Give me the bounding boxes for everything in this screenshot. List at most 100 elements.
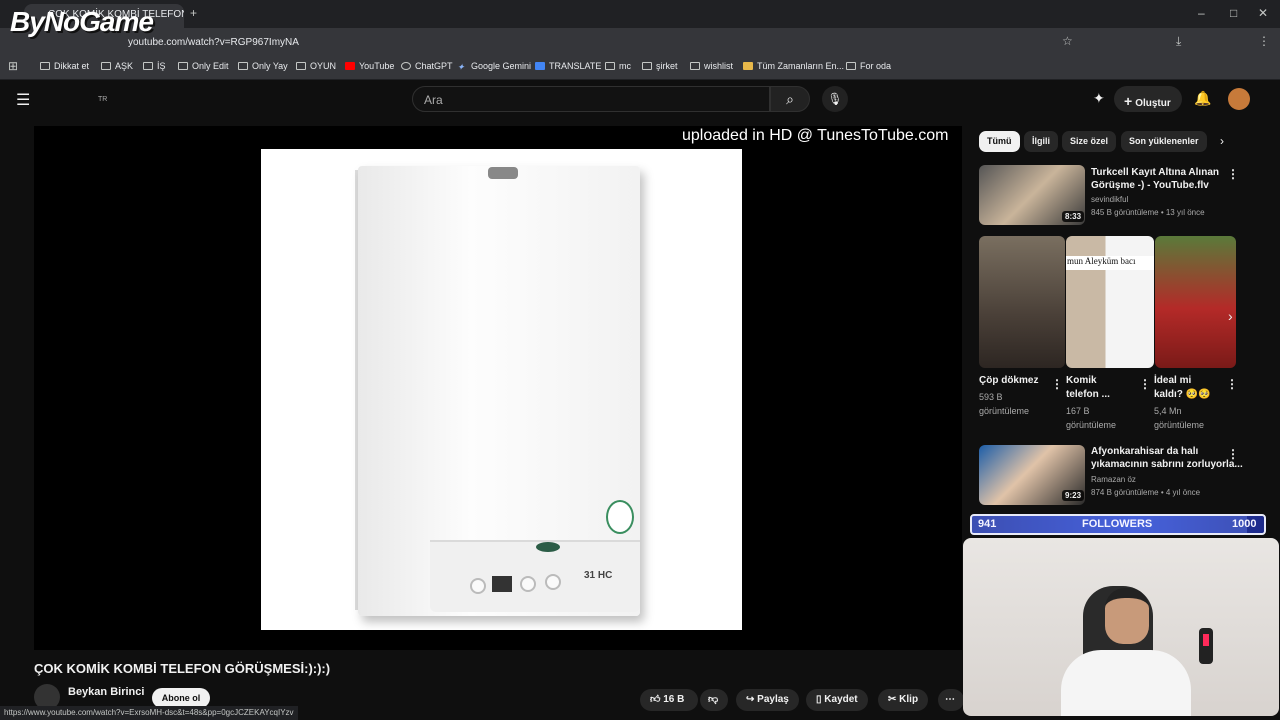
rec-meta: 845 B görüntüleme • 13 yıl önce (1091, 208, 1205, 217)
bookmark-folder[interactable]: AŞK (101, 61, 133, 71)
boiler-flue (488, 167, 518, 179)
more-actions-button[interactable]: ⋯ (938, 689, 964, 711)
followers-goal-bar: 941 FOLLOWERS 1000 (970, 514, 1266, 535)
browser-menu-icon[interactable]: ⋮ (1258, 34, 1270, 48)
apps-icon[interactable]: ⊞ (8, 59, 18, 73)
short-thumbnail[interactable] (979, 236, 1065, 368)
video-watermark: uploaded in HD @ TunesToTube.com (682, 127, 949, 144)
more-icon[interactable]: ⋮ (1227, 447, 1239, 461)
search-input[interactable]: Ara (412, 86, 770, 112)
rec-channel[interactable]: sevindikful (1091, 193, 1128, 206)
clip-button[interactable]: ✂ Klip (878, 689, 929, 711)
user-avatar[interactable] (1228, 88, 1250, 110)
short-views: görüntüleme (979, 406, 1030, 416)
chip-for-you[interactable]: Size özel (1062, 131, 1117, 152)
short-thumbnail[interactable]: mun Aleyküm bacı (1066, 236, 1154, 368)
short-thumbnail[interactable] (1155, 236, 1236, 368)
subscribe-button[interactable]: Abone ol (152, 688, 210, 708)
video-duration: 9:23 (1062, 490, 1085, 501)
short-views: görüntüleme (1154, 420, 1205, 430)
save-button[interactable]: ▯ Kaydet (806, 689, 868, 711)
short-views: 593 B (979, 392, 1003, 402)
followers-label: FOLLOWERS (1082, 518, 1153, 530)
short-title[interactable]: telefon ... (1066, 388, 1110, 402)
rec-channel[interactable]: Ramazan öz (1091, 473, 1136, 486)
share-icon: ↪ (746, 694, 758, 705)
rec-title-line[interactable]: Görüşme -) - YouTube.flv (1091, 179, 1209, 192)
bell-icon[interactable]: 🔔 (1194, 90, 1211, 107)
boiler-knob (545, 574, 561, 590)
bookmark-translate[interactable]: TRANSLATE (535, 61, 601, 71)
bookmark-folder[interactable]: wishlist (690, 61, 733, 71)
dislike-icon: 👎︎ (708, 694, 719, 705)
bynogame-logo: ByNoGame (10, 6, 154, 37)
channel-name[interactable]: Beykan Birinci (68, 686, 144, 698)
browser-status-url: https://www.youtube.com/watch?v=ExrsoMH-… (0, 706, 298, 720)
bookmark-folder[interactable]: şirket (642, 61, 678, 71)
short-title[interactable]: kaldı? 🥺🥺 (1154, 388, 1211, 402)
bookmark-folder[interactable]: For oda (846, 61, 891, 71)
followers-current: 941 (978, 518, 997, 530)
bookmark-folder[interactable]: mc (605, 61, 631, 71)
bookmark-page[interactable]: Tüm Zamanların En... (743, 61, 844, 71)
boiler-logo (536, 542, 560, 552)
more-icon[interactable]: ⋮ (1139, 377, 1151, 391)
webcam-overlay (963, 538, 1279, 716)
short-views: 167 B (1066, 406, 1090, 416)
chevron-right-icon[interactable]: › (1228, 308, 1233, 324)
short-title[interactable]: Çöp dökmez (979, 374, 1038, 388)
bookmark-gemini[interactable]: ✦ Google Gemini (457, 61, 531, 72)
maximize-icon[interactable]: □ (1230, 6, 1237, 20)
close-window-icon[interactable]: ✕ (1258, 6, 1268, 20)
bookmark-youtube[interactable]: YouTube (345, 61, 394, 71)
rec-title-line[interactable]: Afyonkarahisar da halı (1091, 445, 1198, 458)
streamer-head (1105, 588, 1149, 644)
mic-icon: 🎙 (827, 92, 843, 106)
video-title: ÇOK KOMİK KOMBİ TELEFON GÖRÜŞMESİ:):):) (34, 661, 331, 676)
search-button[interactable]: ⌕ (770, 86, 810, 112)
rec-title-line[interactable]: yıkamacının sabrını zorluyorla... (1091, 458, 1243, 471)
clip-icon: ✂ (888, 694, 900, 705)
boiler-model-label: 31 HC (584, 570, 613, 581)
more-icon[interactable]: ⋮ (1227, 167, 1239, 181)
streamer-shirt (1061, 650, 1191, 716)
more-icon: ⋯ (945, 694, 955, 705)
star-icon[interactable]: ☆ (1062, 34, 1073, 48)
menu-icon[interactable]: ☰ (16, 90, 30, 110)
boiler-knob (470, 578, 486, 594)
new-tab-icon[interactable]: + (190, 6, 197, 20)
share-label: Paylaş (757, 694, 789, 705)
followers-goal: 1000 (1232, 518, 1257, 530)
more-icon[interactable]: ⋮ (1051, 377, 1063, 391)
chip-recent[interactable]: Son yüklenenler (1121, 131, 1207, 152)
search-icon: ⌕ (786, 91, 794, 107)
url-text[interactable]: youtube.com/watch?v=RGP967ImyNA (128, 37, 299, 48)
bookmark-folder[interactable]: İŞ (143, 61, 166, 71)
bookmark-folder[interactable]: Dikkat et (40, 61, 89, 71)
like-button[interactable]: 👍︎ 16 B (640, 689, 698, 711)
bookmark-folder[interactable]: Only Yay (238, 61, 288, 71)
short-title[interactable]: Komik (1066, 374, 1097, 388)
download-icon[interactable]: ⤓ (1176, 34, 1181, 49)
dislike-button[interactable]: 👎︎ (700, 689, 728, 711)
bookmark-chatgpt[interactable]: ChatGPT (401, 61, 453, 71)
short-views: görüntüleme (1066, 420, 1117, 430)
minimize-icon[interactable]: – (1198, 6, 1205, 20)
video-duration: 8:33 (1062, 211, 1085, 222)
bookmark-folder[interactable]: Only Edit (178, 61, 229, 71)
chip-all[interactable]: Tümü (979, 131, 1020, 152)
bookmark-folder[interactable]: OYUN (296, 61, 336, 71)
sparkle-icon[interactable]: ✦ (1093, 90, 1105, 107)
share-button[interactable]: ↪ Paylaş (736, 689, 799, 711)
like-icon: 👍︎ (650, 694, 664, 705)
rec-meta: 874 B görüntüleme • 4 yıl önce (1091, 488, 1201, 497)
chip-related[interactable]: İlgili (1024, 131, 1058, 152)
mic-button[interactable]: 🎙 (822, 86, 848, 112)
mic-light (1203, 634, 1209, 646)
rec-title-line[interactable]: Turkcell Kayıt Altına Alınan (1091, 166, 1219, 179)
chevron-right-icon[interactable]: › (1220, 134, 1224, 148)
create-button[interactable]: + Oluştur (1114, 86, 1182, 112)
short-title[interactable]: İdeal mi (1154, 374, 1191, 388)
more-icon[interactable]: ⋮ (1226, 377, 1238, 391)
save-label: Kaydet (824, 694, 858, 705)
